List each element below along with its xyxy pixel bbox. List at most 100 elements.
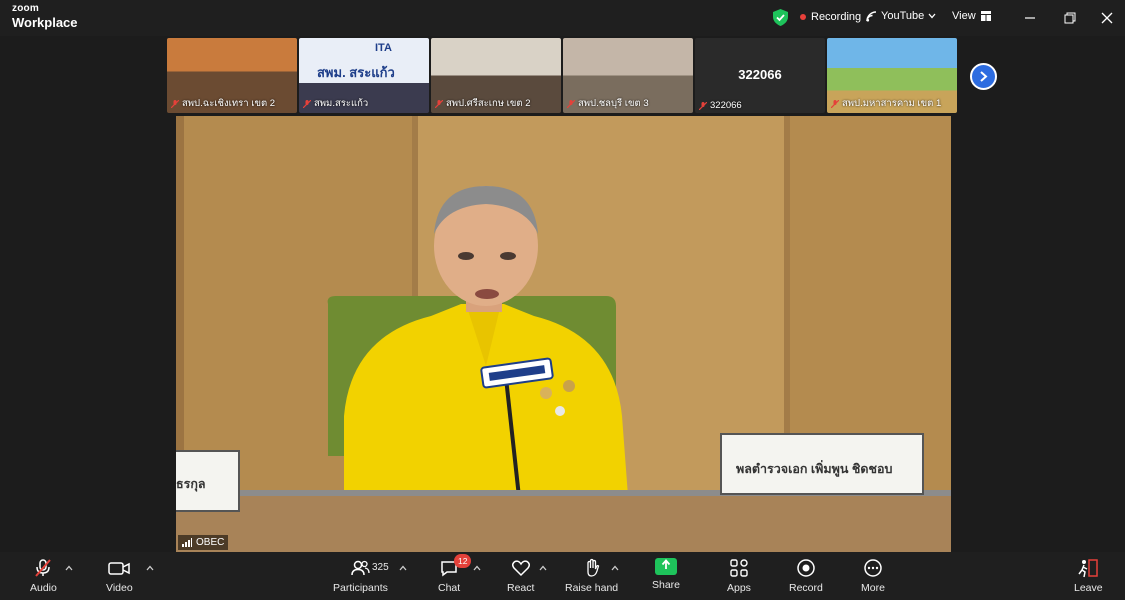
participants-icon	[351, 560, 371, 576]
share-button[interactable]: Share	[652, 558, 680, 591]
left-nameplate-text: ธรกุล	[176, 477, 206, 491]
video-label-text: OBEC	[196, 537, 225, 548]
restore-button[interactable]	[1061, 9, 1079, 27]
thumbnail-label: สพป.ชลบุรี เขต 3	[567, 96, 649, 111]
chat-unread-badge: 12	[454, 554, 472, 568]
share-label: Share	[652, 579, 681, 591]
heart-icon	[511, 560, 530, 577]
thumbnail-name: สพป.ศรีสะเกษ เขต 2	[446, 98, 531, 109]
app-logo: zoom Workplace	[12, 3, 78, 30]
participants-options-chevron-up-icon[interactable]	[399, 564, 407, 572]
thumbnail-label: สพม.สระแก้ว	[303, 96, 368, 111]
mic-sign-icon	[488, 365, 546, 381]
apps-icon	[730, 559, 748, 577]
participant-thumbnail[interactable]: สพป.มหาสารคาม เขต 1	[827, 38, 957, 113]
restore-icon	[1064, 12, 1076, 24]
recording-indicator[interactable]: Recording	[800, 11, 861, 23]
participant-thumbnail[interactable]: สพป.ชลบุรี เขต 3	[563, 38, 693, 113]
chat-label: Chat	[438, 582, 461, 594]
record-label: Record	[789, 582, 823, 594]
close-icon	[1101, 12, 1113, 24]
mic-muted-icon	[699, 101, 707, 110]
mic-muted-icon	[567, 99, 575, 108]
chat-options-chevron-up-icon[interactable]	[473, 564, 481, 572]
recording-label: Recording	[811, 11, 862, 23]
participant-thumbnail[interactable]: สพป.ศรีสะเกษ เขต 2	[431, 38, 561, 113]
react-options-chevron-up-icon[interactable]	[539, 564, 547, 572]
chat-button[interactable]: Chat 12	[438, 554, 472, 594]
title-bar: zoom Workplace Recording YouTube View	[0, 0, 1125, 36]
thumbnail-name: สพป.มหาสารคาม เขต 1	[842, 98, 942, 109]
youtube-label: YouTube	[881, 10, 925, 22]
audio-options-chevron-up-icon[interactable]	[65, 564, 73, 572]
mic-muted-icon	[831, 99, 839, 108]
mic-muted-icon	[35, 559, 52, 577]
participant-thumbnail[interactable]: ITA สพม. สระแก้ว สพม.สระแก้ว	[299, 38, 429, 113]
participant-thumbnail[interactable]: สพป.ฉะเชิงเทรา เขต 2	[167, 38, 297, 113]
raise-hand-label: Raise hand	[565, 582, 619, 594]
mic-muted-icon	[171, 99, 179, 108]
connection-bars-icon	[182, 538, 192, 547]
video-label: Video	[106, 582, 133, 594]
more-button[interactable]: More	[861, 558, 885, 594]
encryption-shield-icon[interactable]	[773, 9, 788, 26]
speaker-nameplate: พลตำรวจเอก เพิ่มพูน ชิดชอบ	[720, 433, 924, 495]
video-label: OBEC	[178, 535, 229, 550]
view-label: View	[952, 10, 976, 22]
thumbnail-label: สพป.มหาสารคาม เขต 1	[831, 96, 941, 111]
meeting-toolbar: Audio Video Participants 325 Chat 12 Rea…	[0, 552, 1125, 600]
leave-button[interactable]: Leave	[1074, 558, 1103, 594]
record-button[interactable]: Record	[789, 558, 823, 594]
thumbnail-name: สพม.สระแก้ว	[314, 98, 369, 109]
thumbnail-name: สพป.ชลบุรี เขต 3	[578, 98, 649, 109]
thumbnail-label: สพป.ศรีสะเกษ เขต 2	[435, 96, 531, 111]
close-button[interactable]	[1098, 9, 1116, 27]
record-icon	[797, 559, 815, 577]
view-button[interactable]: View	[952, 10, 991, 22]
zoom-window: zoom Workplace Recording YouTube View สพ…	[0, 0, 1125, 600]
livestream-youtube-button[interactable]: YouTube	[866, 10, 936, 22]
participants-label: Participants	[333, 582, 388, 594]
thumbnail-name: 322066	[710, 100, 742, 111]
video-button[interactable]: Video	[106, 558, 133, 594]
mic-muted-icon	[435, 99, 443, 108]
active-speaker-video[interactable]: ธรกุล พลตำรวจเอก เพิ่มพูน ชิดชอบ OBEC	[176, 116, 951, 552]
apps-label: Apps	[727, 582, 751, 594]
logo-line2: Workplace	[12, 15, 78, 30]
video-camera-icon	[108, 562, 131, 575]
apps-button[interactable]: Apps	[727, 558, 751, 594]
signal-icon	[866, 10, 877, 21]
next-page-button[interactable]	[970, 63, 997, 90]
grid-view-icon	[980, 11, 991, 21]
thumbnail-screen-text: 322066	[738, 67, 782, 82]
thumbnail-label: สพป.ฉะเชิงเทรา เขต 2	[171, 96, 275, 111]
participant-thumbnail-strip: สพป.ฉะเชิงเทรา เขต 2 ITA สพม. สระแก้ว สพ…	[167, 38, 960, 113]
recording-dot-icon	[800, 14, 806, 20]
left-nameplate: ธรกุล	[176, 450, 240, 512]
more-icon	[864, 559, 882, 577]
speaker-nameplate-text: พลตำรวจเอก เพิ่มพูน ชิดชอบ	[736, 462, 893, 476]
leave-label: Leave	[1074, 582, 1103, 594]
participant-thumbnail[interactable]: 322066 322066	[695, 38, 825, 113]
minimize-icon	[1025, 17, 1035, 19]
thumbnail-screen-text: สพม. สระแก้ว	[317, 65, 395, 80]
share-screen-icon	[655, 558, 678, 575]
audio-label: Audio	[30, 582, 57, 594]
minimize-button[interactable]	[1021, 9, 1039, 27]
logo-line1: zoom	[12, 3, 39, 14]
audio-button[interactable]: Audio	[30, 558, 57, 594]
ita-logo: ITA	[375, 42, 392, 54]
react-button[interactable]: React	[507, 558, 534, 594]
leave-icon	[1078, 559, 1099, 578]
video-options-chevron-up-icon[interactable]	[146, 564, 154, 572]
raise-hand-options-chevron-up-icon[interactable]	[611, 564, 619, 572]
mic-muted-icon	[303, 99, 311, 108]
more-label: More	[861, 582, 885, 594]
thumbnail-name: สพป.ฉะเชิงเทรา เขต 2	[182, 98, 276, 109]
chevron-down-icon	[928, 13, 936, 19]
raise-hand-icon	[586, 558, 599, 577]
react-label: React	[507, 582, 535, 594]
chevron-right-icon	[980, 71, 988, 82]
thumbnail-label: 322066	[699, 100, 742, 111]
participants-count: 325	[372, 562, 389, 573]
